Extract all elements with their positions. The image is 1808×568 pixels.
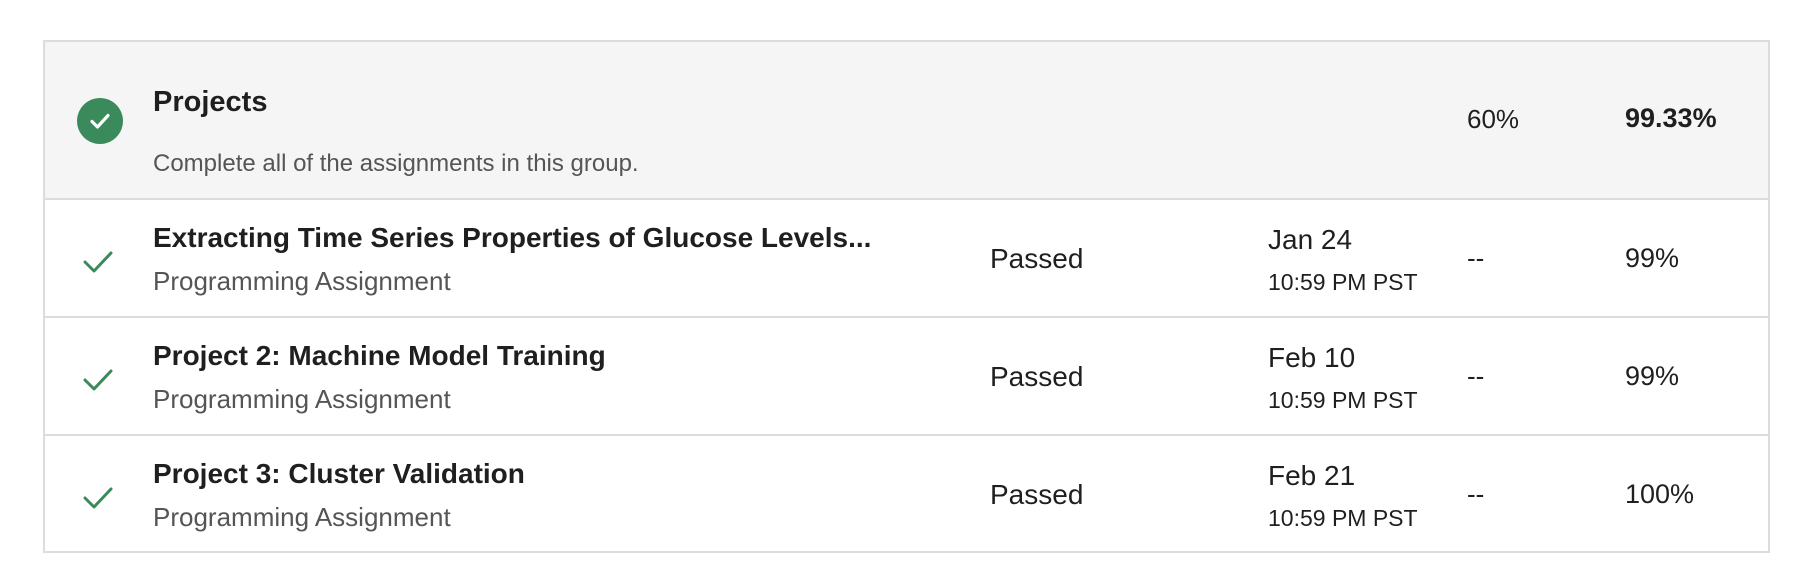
assignment-type: Programming Assignment (153, 384, 451, 414)
check-icon (83, 369, 113, 391)
due-date: Feb 10 (1268, 342, 1356, 373)
assignment-status: Passed (990, 243, 1084, 274)
check-icon (83, 487, 113, 509)
assignment-type: Programming Assignment (153, 266, 451, 296)
assignment-weight: -- (1467, 361, 1485, 391)
due-time: 10:59 PM PST (1268, 269, 1418, 295)
assignment-status: Passed (990, 479, 1084, 510)
due-time: 10:59 PM PST (1268, 387, 1418, 413)
group-header-projects: Projects Complete all of the assignments… (45, 42, 1768, 200)
group-description: Complete all of the assignments in this … (153, 150, 639, 177)
grades-table: Projects Complete all of the assignments… (43, 40, 1770, 553)
assignment-type: Programming Assignment (153, 502, 451, 532)
group-weight: 60% (1467, 104, 1520, 134)
assignment-status: Passed (990, 361, 1084, 392)
assignment-weight: -- (1467, 479, 1485, 509)
check-circle-icon (77, 98, 123, 144)
due-time: 10:59 PM PST (1268, 505, 1418, 531)
group-grade: 99.33% (1625, 103, 1717, 133)
assignment-title-link[interactable]: Project 3: Cluster Validation (153, 458, 525, 490)
assignment-grade: 100% (1625, 479, 1695, 509)
check-icon (83, 251, 113, 273)
table-row: Project 3: Cluster Validation Programmin… (45, 436, 1768, 551)
group-title: Projects (153, 86, 268, 118)
assignment-grade: 99% (1625, 361, 1680, 391)
assignment-grade: 99% (1625, 243, 1680, 273)
due-date: Feb 21 (1268, 460, 1356, 491)
assignment-weight: -- (1467, 243, 1485, 273)
due-date: Jan 24 (1268, 224, 1353, 255)
assignment-title-link[interactable]: Extracting Time Series Properties of Glu… (153, 222, 871, 254)
assignment-title-link[interactable]: Project 2: Machine Model Training (153, 340, 606, 372)
table-row: Project 2: Machine Model Training Progra… (45, 318, 1768, 436)
table-row: Extracting Time Series Properties of Glu… (45, 200, 1768, 318)
